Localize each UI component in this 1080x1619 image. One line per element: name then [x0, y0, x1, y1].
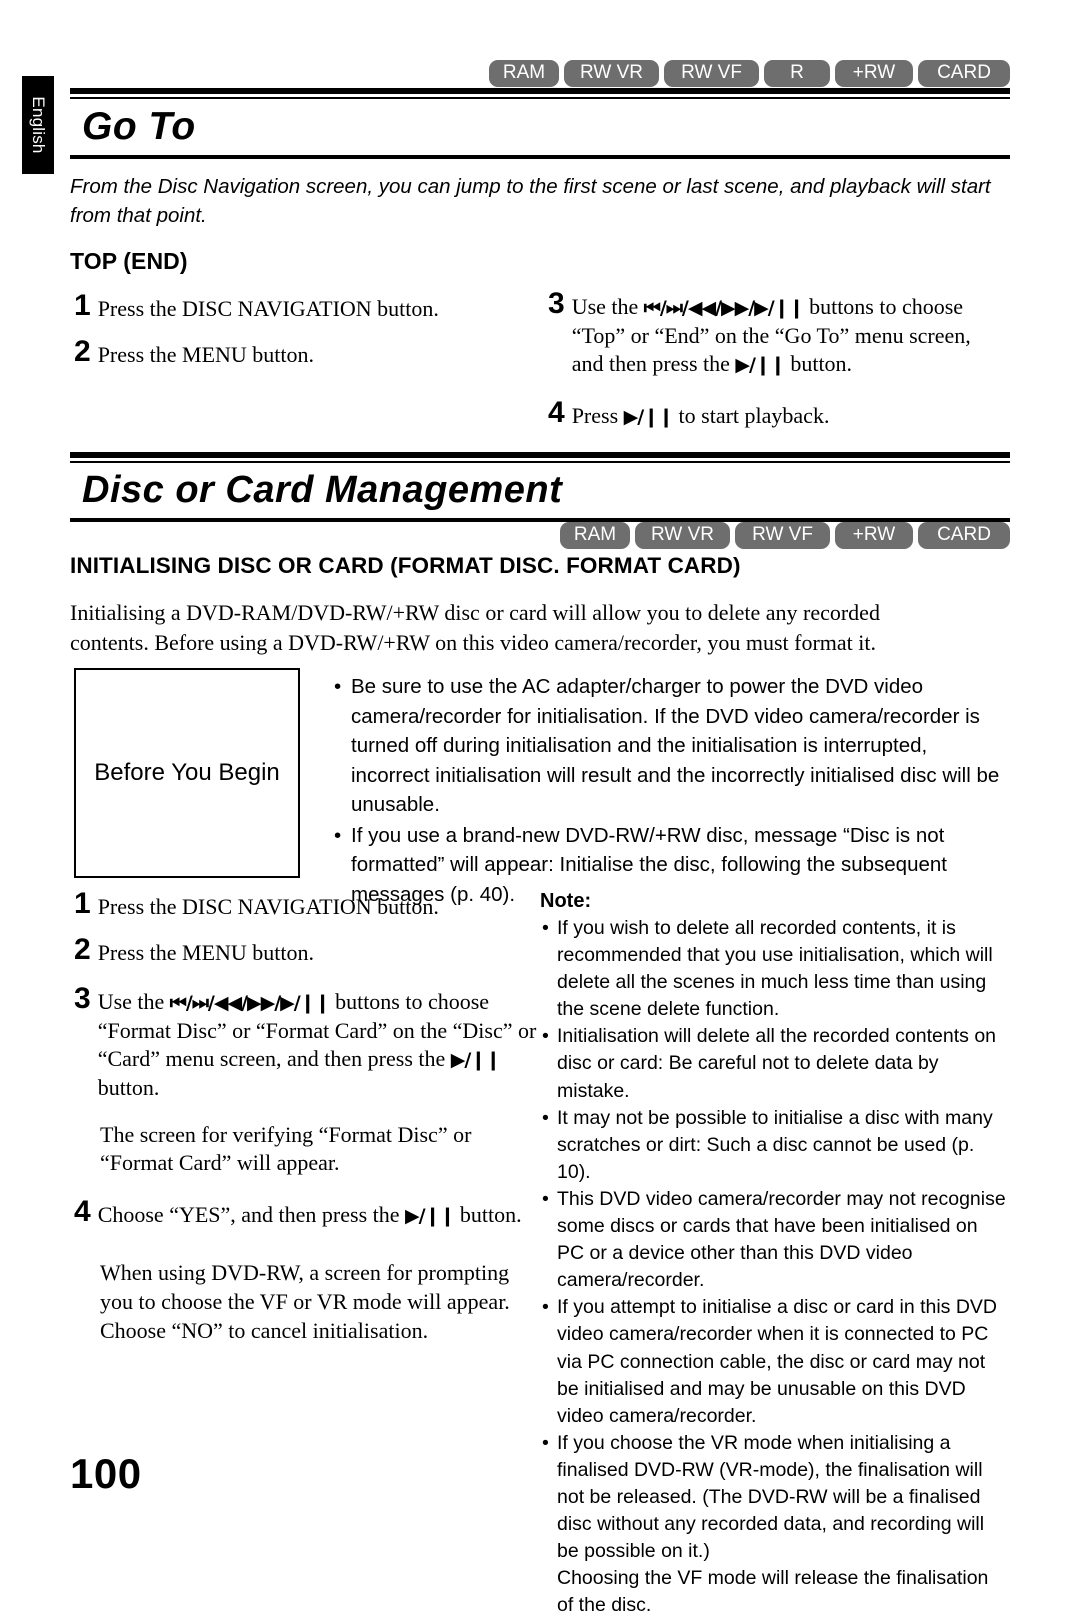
list-item: Initialisation will delete all the recor…: [540, 1023, 1008, 1104]
list-item: Be sure to use the AC adapter/charger to…: [332, 672, 1004, 820]
badge-rw-vf: RW VF: [664, 60, 759, 87]
step-text: Press the DISC NAVIGATION button.: [97, 296, 439, 321]
section-heading-go-to: Go To: [70, 88, 1010, 159]
page-content: RAM RW VR RW VF R +RW CARD Go To From th…: [70, 0, 1010, 1616]
rule-thick: [70, 88, 1010, 94]
section-title: Go To: [82, 105, 196, 148]
step-text-part-a: Use the: [97, 989, 170, 1015]
step-text-part-c: button.: [784, 351, 853, 377]
step-item: 3 Use the ⏮/⏭/◀◀/▶▶/▶/❙❙ buttons to choo…: [548, 288, 1008, 379]
step-item: 1 Press the DISC NAVIGATION button.: [74, 888, 544, 922]
step-number: 3: [74, 982, 91, 1016]
play-pause-icon: ▶/❙❙: [735, 354, 785, 377]
rule-single: [70, 155, 1010, 159]
step-text: Use the ⏮/⏭/◀◀/▶▶/▶/❙❙ buttons to choose…: [98, 983, 544, 1102]
play-pause-icon: ▶/❙❙: [405, 1204, 455, 1227]
step-text-part-a: Press: [571, 402, 624, 428]
badge-r: R: [764, 60, 830, 87]
step-text-part-a: Choose “YES”, and then press the: [97, 1201, 406, 1227]
list-item: This DVD video camera/recorder may not r…: [540, 1186, 1008, 1294]
before-you-begin-bullets: Be sure to use the AC adapter/charger to…: [332, 672, 1004, 910]
step-item: 4 Press ▶/❙❙ to start playback.: [548, 397, 1008, 431]
step-text-part-b: button.: [454, 1201, 522, 1227]
subheading-initialising: INITIALISING DISC OR CARD (FORMAT DISC. …: [70, 553, 741, 578]
step-item: 2 Press the MENU button.: [74, 934, 544, 968]
initialising-paragraph: Initialising a DVD-RAM/DVD-RW/+RW disc o…: [70, 600, 880, 656]
closing-paragraph: When using DVD-RW, a screen for promptin…: [100, 1260, 510, 1343]
step-number: 4: [548, 395, 565, 429]
step-number: 3: [548, 287, 565, 320]
list-item: If you attempt to initialise a disc or c…: [540, 1294, 1008, 1429]
disc-format-badge-row-second: RAM RW VR RW VF +RW CARD: [560, 522, 1010, 549]
section-heading-disc-card-management: Disc or Card Management: [70, 452, 1010, 522]
page-number: 100: [70, 1450, 142, 1497]
badge-ram: RAM: [560, 522, 630, 549]
badge-plus-rw: +RW: [835, 60, 913, 87]
go-to-steps-left: 1 Press the DISC NAVIGATION button. 2 Pr…: [74, 290, 544, 381]
step-item: 1 Press the DISC NAVIGATION button.: [74, 290, 544, 324]
rule-thick: [70, 452, 1010, 458]
list-item-text: If you choose the VR mode when initialis…: [557, 1431, 985, 1563]
step-text-part-b: to start playback.: [673, 402, 830, 428]
step-text: Choose “YES”, and then press the ▶/❙❙ bu…: [98, 1196, 522, 1230]
step-text: Use the ⏮/⏭/◀◀/▶▶/▶/❙❙ buttons to choose…: [572, 288, 1008, 379]
badge-ram: RAM: [489, 60, 559, 87]
step-item: 4 Choose “YES”, and then press the ▶/❙❙ …: [74, 1196, 544, 1230]
step-number: 1: [74, 289, 91, 322]
step-text: Press ▶/❙❙ to start playback.: [572, 397, 830, 431]
transport-buttons-icon: ⏮/⏭/◀◀/▶▶/▶/❙❙: [169, 992, 331, 1015]
before-you-begin-label: Before You Begin: [94, 759, 280, 786]
badge-card: CARD: [918, 522, 1010, 549]
initialising-steps: 1 Press the DISC NAVIGATION button. 2 Pr…: [74, 888, 544, 1363]
play-pause-icon: ▶/❙❙: [450, 1049, 501, 1072]
step-text: Press the DISC NAVIGATION button.: [97, 894, 439, 919]
list-item: It may not be possible to initialise a d…: [540, 1105, 1008, 1186]
step-text: Press the MENU button.: [97, 939, 315, 965]
badge-rw-vr: RW VR: [635, 522, 730, 549]
step-number: 2: [74, 932, 91, 966]
step-number: 4: [74, 1194, 91, 1228]
language-tab-label: English: [29, 96, 48, 154]
language-tab: English: [22, 76, 54, 174]
step-item: 2 Press the MENU button.: [74, 336, 544, 370]
disc-format-badge-row-top: RAM RW VR RW VF R +RW CARD: [489, 60, 1010, 87]
step-number: 1: [74, 887, 91, 920]
verify-screen-paragraph: The screen for verifying “Format Disc” o…: [100, 1121, 472, 1176]
step-item: 3 Use the ⏮/⏭/◀◀/▶▶/▶/❙❙ buttons to choo…: [74, 983, 544, 1102]
step-text: Press the MENU button.: [97, 341, 315, 367]
list-item: If you choose the VR mode when initialis…: [540, 1430, 1008, 1619]
note-section: Note: If you wish to delete all recorded…: [540, 890, 1008, 1619]
subheading-top-end: TOP (END): [70, 248, 188, 274]
go-to-intro-paragraph: From the Disc Navigation screen, you can…: [70, 175, 991, 228]
before-you-begin-box: Before You Begin: [74, 668, 300, 878]
step-text-part-c: button.: [97, 1074, 160, 1100]
list-item-continuation: Choosing the VF mode will release the fi…: [557, 1567, 989, 1617]
badge-card: CARD: [918, 60, 1010, 87]
play-pause-icon: ▶/❙❙: [623, 405, 674, 428]
transport-buttons-icon: ⏮/⏭/◀◀/▶▶/▶/❙❙: [643, 297, 805, 319]
badge-plus-rw: +RW: [835, 522, 913, 549]
go-to-steps-right: 3 Use the ⏮/⏭/◀◀/▶▶/▶/❙❙ buttons to choo…: [548, 288, 1008, 442]
badge-rw-vf: RW VF: [735, 522, 830, 549]
list-item: If you wish to delete all recorded conte…: [540, 915, 1008, 1023]
note-title: Note:: [540, 890, 592, 912]
step-text-part-a: Use the: [571, 294, 644, 319]
section-title: Disc or Card Management: [82, 469, 563, 511]
badge-rw-vr: RW VR: [564, 60, 659, 87]
step-number: 2: [74, 334, 91, 368]
